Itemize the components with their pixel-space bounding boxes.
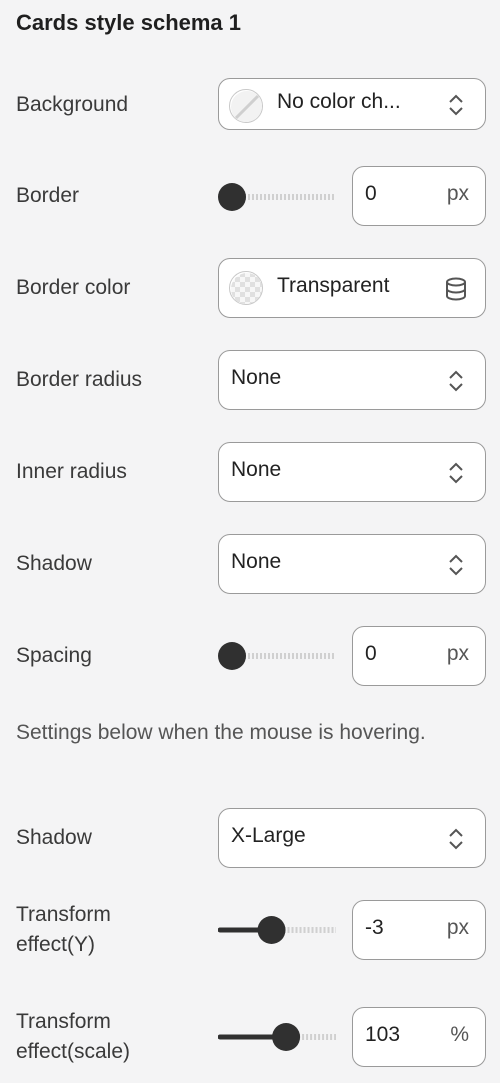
spacing-value: 0 [365, 642, 377, 665]
transform-scale-label: Transform effect(scale) [16, 1007, 130, 1067]
border-slider[interactable] [218, 181, 338, 213]
transform-y-slider[interactable] [218, 914, 338, 946]
border-unit: px [446, 182, 469, 205]
slider-thumb[interactable] [257, 916, 286, 944]
background-label: Background [16, 93, 129, 116]
border-color-picker[interactable]: Transparent [218, 258, 486, 318]
chevron-up-down-icon [449, 370, 463, 392]
chevron-up-down-icon [449, 828, 463, 850]
transform-scale-label-line2: effect(scale) [16, 1040, 130, 1063]
panel-title: Cards style schema 1 [16, 10, 242, 35]
shadow-value: None [231, 550, 282, 573]
hover-shadow-select[interactable]: X-Large [218, 808, 486, 868]
inner-radius-label: Inner radius [16, 460, 127, 483]
database-icon[interactable] [445, 276, 467, 302]
border-radius-select[interactable]: None [218, 350, 486, 410]
hover-shadow-label: Shadow [16, 826, 92, 849]
transform-scale-value: 103 [365, 1023, 401, 1046]
border-radius-label: Border radius [16, 368, 143, 391]
border-color-label: Border color [16, 276, 131, 299]
spacing-slider[interactable] [218, 640, 338, 672]
border-width-input[interactable]: 0 px [352, 166, 486, 226]
transform-y-label-line2: effect(Y) [16, 933, 95, 956]
border-radius-value: None [231, 366, 282, 389]
transparent-swatch-icon [229, 271, 263, 305]
spacing-input[interactable]: 0 px [352, 626, 486, 686]
border-color-value: Transparent [277, 274, 390, 297]
transform-y-input[interactable]: -3 px [352, 900, 486, 960]
slider-thumb[interactable] [218, 183, 246, 211]
transform-y-unit: px [446, 916, 469, 939]
hover-settings-note: Settings below when the mouse is hoverin… [16, 721, 426, 744]
background-value: No color ch... [277, 90, 401, 113]
border-label: Border [16, 184, 80, 207]
border-value: 0 [365, 182, 377, 205]
slider-thumb[interactable] [218, 642, 246, 670]
inner-radius-value: None [231, 458, 282, 481]
inner-radius-select[interactable]: None [218, 442, 486, 502]
transform-y-label-line1: Transform [16, 903, 111, 926]
transform-scale-slider[interactable] [218, 1021, 338, 1053]
shadow-select[interactable]: None [218, 534, 486, 594]
transform-scale-input[interactable]: 103 % [352, 1007, 486, 1067]
shadow-label: Shadow [16, 552, 92, 575]
chevron-up-down-icon [449, 554, 463, 576]
background-color-picker[interactable]: No color ch... [218, 78, 486, 130]
transform-scale-label-line1: Transform [16, 1010, 111, 1033]
slider-thumb[interactable] [272, 1023, 301, 1051]
transform-y-label: Transform effect(Y) [16, 900, 111, 960]
spacing-unit: px [446, 642, 469, 665]
transform-y-value: -3 [365, 916, 384, 939]
no-color-swatch-icon [229, 89, 263, 123]
transform-scale-unit: % [450, 1023, 469, 1046]
chevron-up-down-icon [449, 94, 463, 116]
hover-shadow-value: X-Large [231, 824, 306, 847]
spacing-label: Spacing [16, 644, 92, 667]
chevron-up-down-icon [449, 462, 463, 484]
